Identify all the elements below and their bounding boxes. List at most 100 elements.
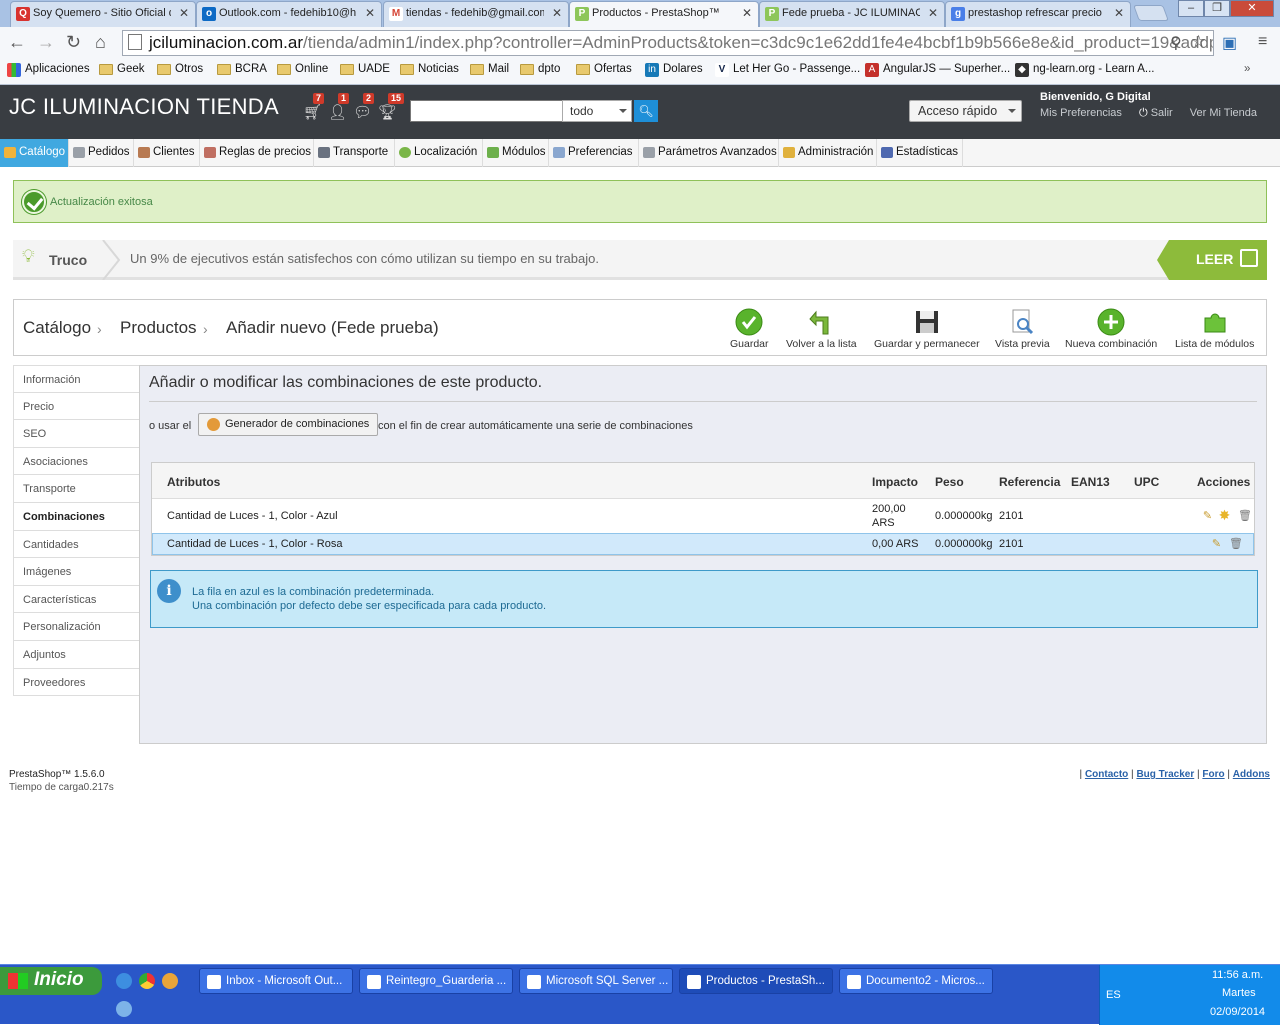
module-list-button[interactable]: Lista de módulos — [1175, 308, 1254, 350]
browser-tab[interactable]: Mtiendas - fedehib@gmail.com ✕ — [383, 1, 569, 27]
combination-generator-button[interactable]: Generador de combinaciones — [198, 413, 379, 436]
close-icon[interactable]: ✕ — [1114, 6, 1124, 20]
browser-tab[interactable]: P Fede prueba - JC ILUMINAC ✕ — [759, 1, 945, 27]
tab-informacion[interactable]: Información — [13, 365, 140, 393]
shop-title[interactable]: JC ILUMINACION TIENDA — [9, 94, 279, 120]
menu-item-preferencias[interactable]: Preferencias — [549, 139, 639, 167]
set-default-star-icon[interactable]: ✸ — [1218, 508, 1231, 522]
bookmark-item[interactable]: ◆ ng-learn.org - Learn A... — [1015, 63, 1154, 77]
menu-item-modulos[interactable]: Módulos — [483, 139, 549, 167]
browser-tab[interactable]: Q Soy Quemero - Sitio Oficial d ✕ — [10, 1, 196, 27]
delete-icon[interactable]: 🗑︎ — [1229, 538, 1243, 551]
minimize-icon[interactable]: – — [1178, 0, 1204, 17]
footer-link-contacto[interactable]: Contacto — [1085, 769, 1128, 780]
tab-precio[interactable]: Precio — [13, 392, 140, 421]
bookmark-item[interactable]: Aplicaciones — [7, 63, 90, 77]
bookmark-item[interactable]: V Let Her Go - Passenge... — [715, 63, 860, 77]
app-icon[interactable] — [116, 1001, 132, 1017]
close-icon[interactable]: ✕ — [179, 6, 189, 20]
back-arrow-icon[interactable]: ← — [8, 32, 26, 53]
table-row[interactable]: Cantidad de Luces - 1, Color - Azul 200,… — [152, 499, 1254, 533]
preferences-link[interactable]: Mis Preferencias — [1040, 107, 1122, 119]
menu-item-parametros[interactable]: Parámetros Avanzados — [639, 139, 779, 167]
bookmark-item[interactable]: Mail — [470, 63, 509, 75]
logout-link[interactable]: Salir — [1151, 107, 1173, 119]
menu-item-transporte[interactable]: Transporte — [314, 139, 395, 167]
taskbar-item-active[interactable]: Productos - PrestaSh... — [679, 968, 833, 994]
tab-cantidades[interactable]: Cantidades — [13, 530, 140, 559]
new-combination-button[interactable]: Nueva combinación — [1065, 308, 1157, 350]
home-icon[interactable]: ⌂ — [95, 32, 106, 53]
edit-icon[interactable]: ✎ — [1210, 538, 1223, 551]
close-icon[interactable]: ✕ — [928, 6, 938, 20]
breadcrumb-productos[interactable]: Productos — [120, 318, 197, 338]
menu-item-reglas[interactable]: Reglas de precios — [200, 139, 314, 167]
view-store-link[interactable]: Ver Mi Tienda — [1190, 107, 1257, 119]
menu-item-administracion[interactable]: Administración — [779, 139, 877, 167]
menu-item-catalogo[interactable]: Catálogo — [0, 139, 69, 167]
bookmark-item[interactable]: Otros — [157, 63, 203, 75]
browser-tab[interactable]: o Outlook.com - fedehib10@h ✕ — [196, 1, 382, 27]
footer-link-foro[interactable]: Foro — [1202, 769, 1224, 780]
read-more-button[interactable]: LEER — [1157, 240, 1267, 280]
tab-personalizacion[interactable]: Personalización — [13, 613, 140, 641]
extension-icon[interactable]: ▣ — [1222, 33, 1237, 53]
tab-asociaciones[interactable]: Asociaciones — [13, 447, 140, 476]
tab-caracteristicas[interactable]: Características — [13, 585, 140, 614]
bookmark-item[interactable]: Noticias — [400, 63, 459, 75]
maximize-icon[interactable]: ❐ — [1204, 0, 1230, 17]
edit-icon[interactable]: ✎ — [1201, 510, 1214, 523]
address-bar[interactable]: jciluminacion.com.ar/tienda/admin1/index… — [122, 30, 1214, 56]
close-icon[interactable]: ✕ — [742, 6, 752, 20]
bookmark-item[interactable]: Online — [277, 63, 328, 75]
customers-icon[interactable]: 👤︎ 1 — [328, 93, 350, 121]
bookmark-item[interactable]: Ofertas — [576, 63, 632, 75]
bookmark-item[interactable]: Geek — [99, 63, 145, 75]
bookmark-star-icon[interactable]: ☆ — [1191, 32, 1206, 52]
more-bookmarks-icon[interactable]: » — [1244, 63, 1250, 75]
search-scope-select[interactable]: todo — [562, 100, 632, 122]
menu-item-clientes[interactable]: Clientes — [134, 139, 200, 167]
browser-tab-active[interactable]: P Productos - PrestaShop™ ✕ — [569, 1, 759, 27]
preview-button[interactable]: Vista previa — [995, 308, 1050, 350]
tab-transporte[interactable]: Transporte — [13, 475, 140, 503]
chrome-icon[interactable] — [139, 973, 155, 989]
save-button[interactable]: Guardar — [730, 308, 769, 350]
save-and-stay-button[interactable]: Guardar y permanecer — [874, 308, 980, 350]
close-icon[interactable]: ✕ — [365, 6, 375, 20]
trophy-icon[interactable]: 🏆︎ 15 — [378, 93, 405, 121]
close-window-icon[interactable]: ✕ — [1230, 0, 1274, 17]
taskbar-item[interactable]: Microsoft SQL Server ... — [519, 968, 673, 994]
taskbar-item[interactable]: Documento2 - Micros... — [839, 968, 993, 994]
close-icon[interactable]: ✕ — [552, 6, 562, 20]
table-row-default[interactable]: Cantidad de Luces - 1, Color - Rosa 0,00… — [152, 533, 1254, 555]
bookmark-item[interactable]: A AngularJS — Superher... — [865, 63, 1010, 77]
browser-tab[interactable]: g prestashop refrescar precio ✕ — [945, 1, 1131, 27]
ie-icon[interactable] — [116, 973, 132, 989]
footer-link-addons[interactable]: Addons — [1233, 769, 1270, 780]
menu-icon[interactable]: ≡ — [1258, 33, 1267, 51]
mail-app-icon[interactable] — [162, 973, 178, 989]
menu-item-estadisticas[interactable]: Estadísticas — [877, 139, 963, 167]
menu-item-pedidos[interactable]: Pedidos — [69, 139, 134, 167]
forward-arrow-icon[interactable]: → — [37, 32, 55, 53]
quick-access-select[interactable]: Acceso rápido — [909, 100, 1022, 122]
bookmark-item[interactable]: BCRA — [217, 63, 267, 75]
bookmark-item[interactable]: dpto — [520, 63, 560, 75]
back-to-list-button[interactable]: Volver a la lista — [786, 308, 857, 350]
reload-icon[interactable]: ↻ — [66, 32, 81, 53]
start-button[interactable]: Inicio — [0, 967, 102, 995]
language-indicator[interactable]: ES — [1106, 989, 1121, 1001]
search-icon[interactable]: ⚲ — [1170, 33, 1182, 53]
bookmark-item[interactable]: UADE — [340, 63, 390, 75]
cart-icon[interactable]: 🛒︎ 7 — [303, 93, 325, 121]
messages-icon[interactable]: 💬︎ 2 — [353, 93, 375, 121]
breadcrumb-catalogo[interactable]: Catálogo — [23, 318, 91, 338]
taskbar-item[interactable]: Reintegro_Guarderia ... — [359, 968, 513, 994]
search-icon[interactable]: 🔍︎ — [634, 100, 658, 122]
menu-item-localizacion[interactable]: Localización — [395, 139, 483, 167]
tab-imagenes[interactable]: Imágenes — [13, 558, 140, 586]
taskbar-item[interactable]: Inbox - Microsoft Out... — [199, 968, 353, 994]
tab-proveedores[interactable]: Proveedores — [13, 668, 140, 697]
tab-combinaciones[interactable]: Combinaciones — [13, 502, 140, 531]
